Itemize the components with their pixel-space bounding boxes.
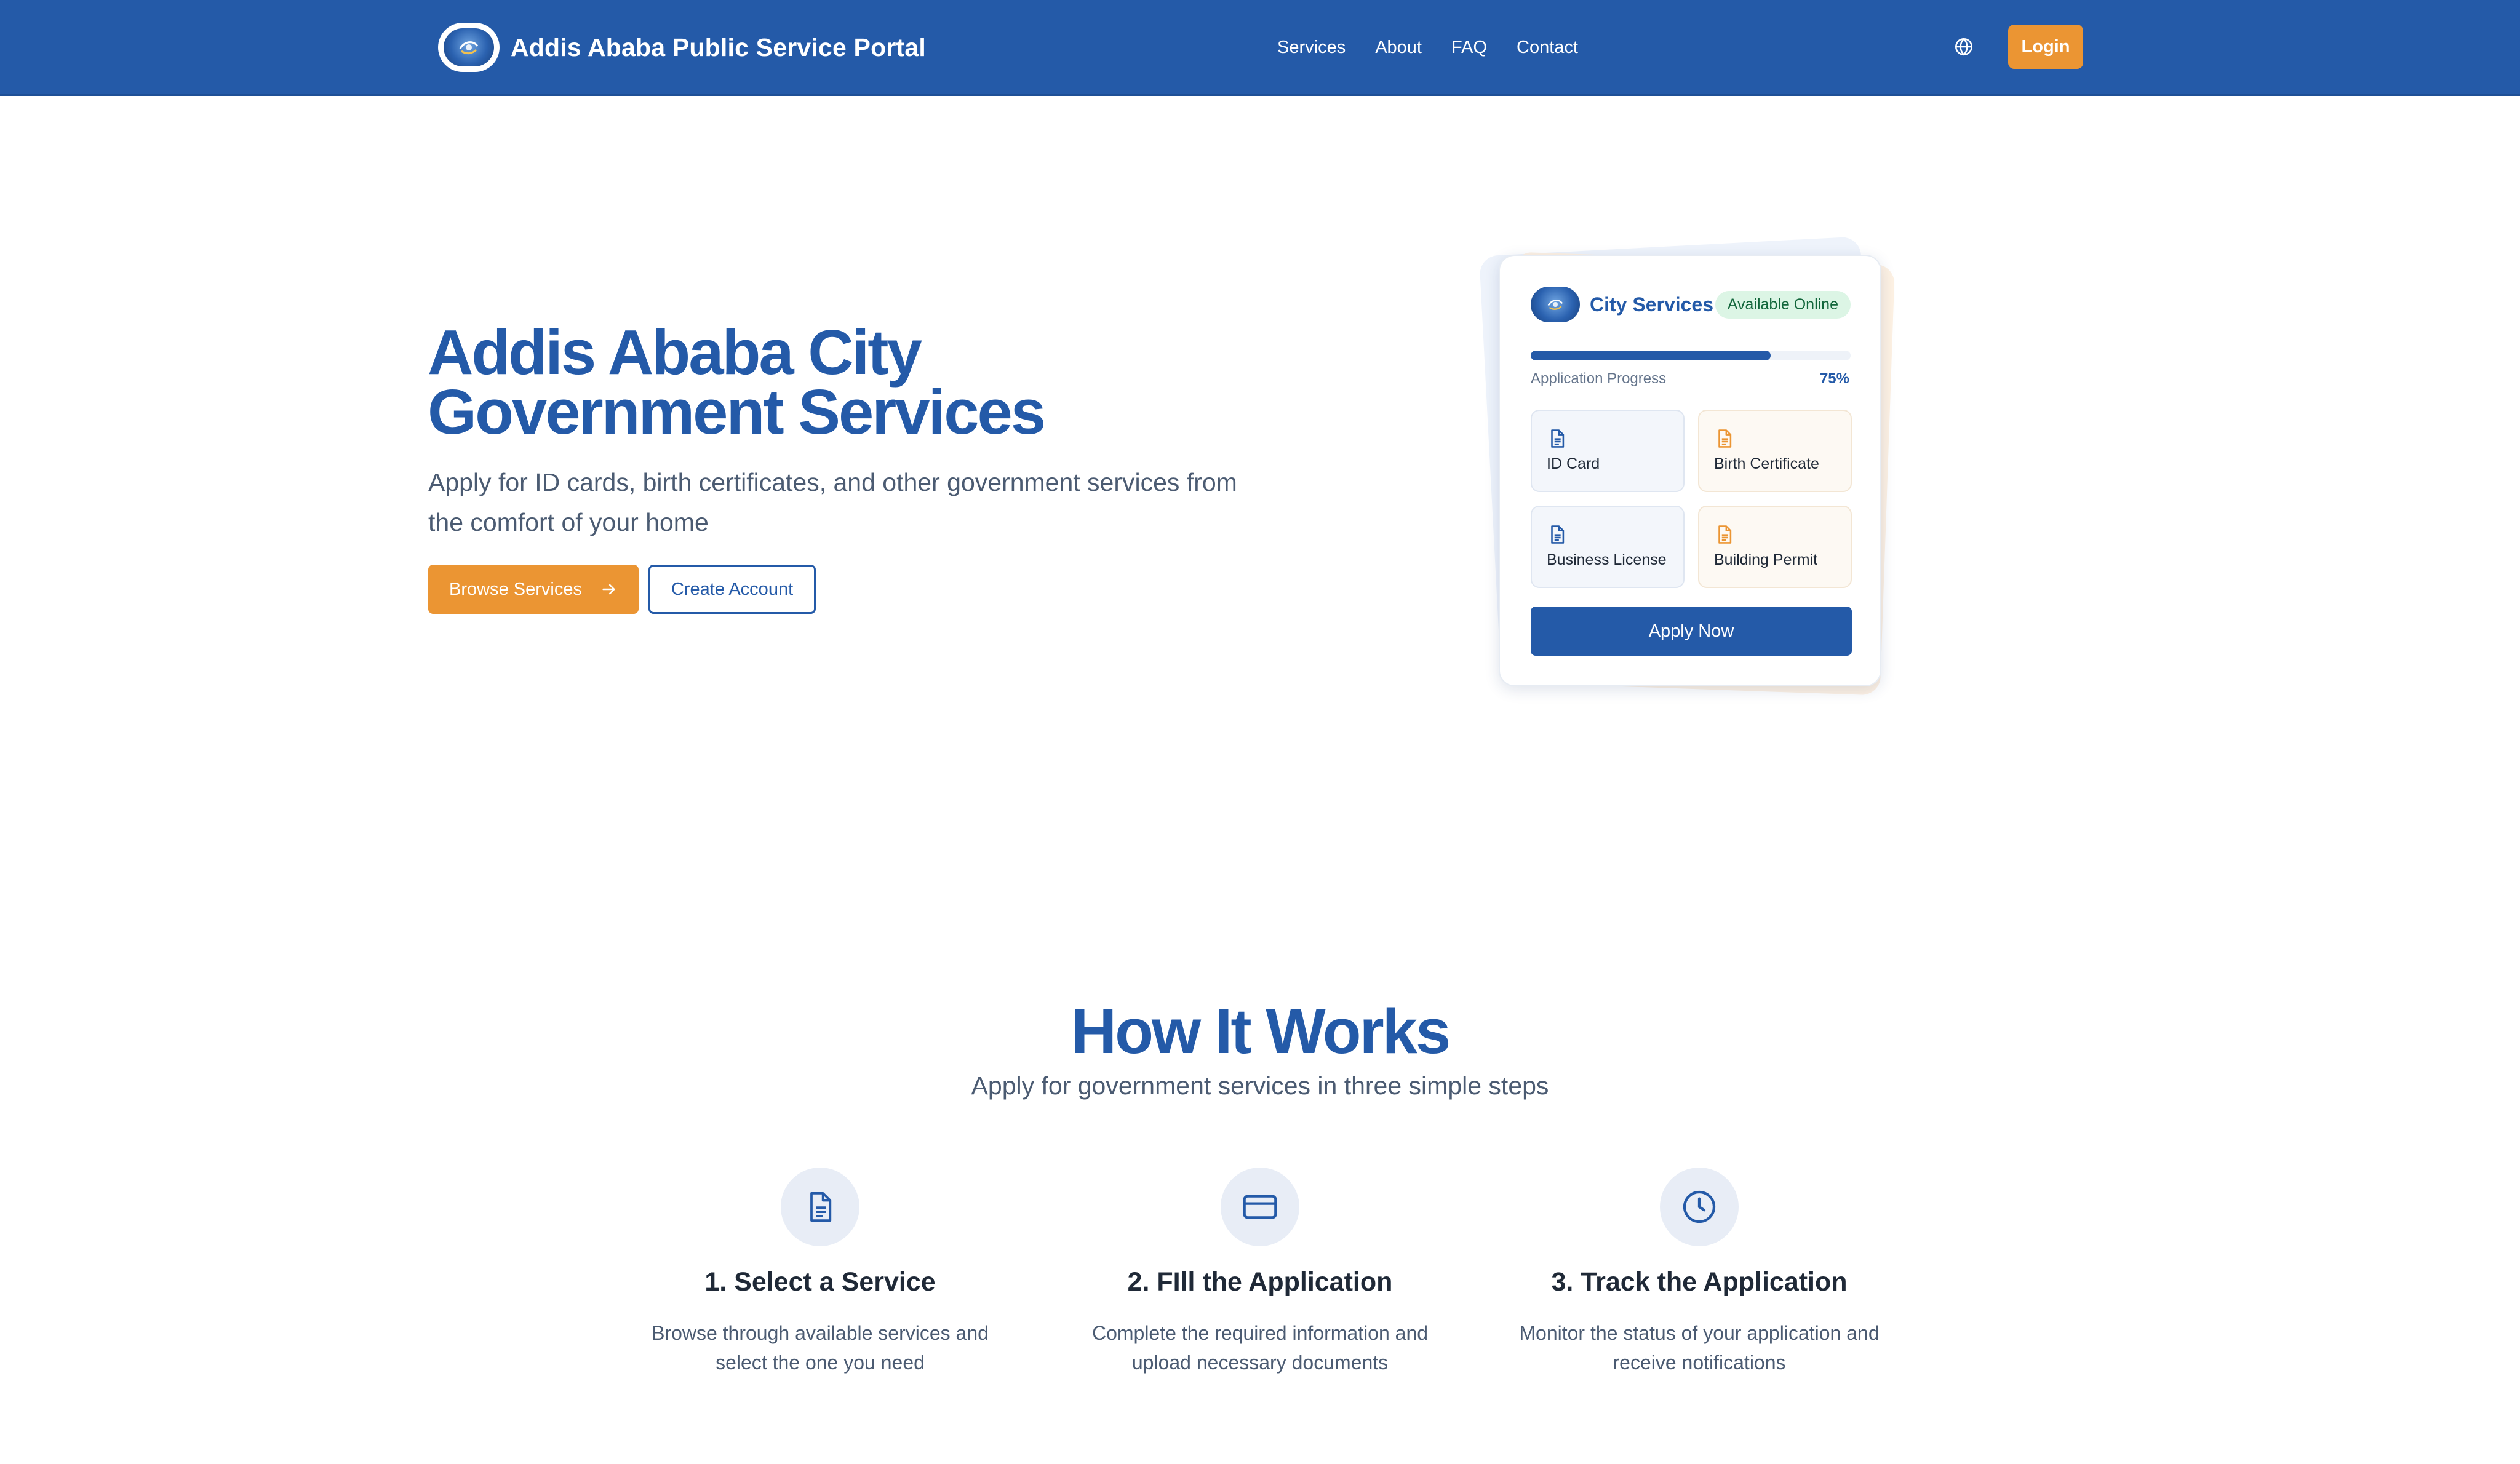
how-it-works-title: How It Works bbox=[1071, 996, 1451, 1067]
document-icon bbox=[1551, 525, 1565, 544]
browse-services-label: Browse Services bbox=[449, 579, 582, 599]
nav-about[interactable]: About bbox=[1375, 38, 1422, 58]
tile-label: ID Card bbox=[1547, 455, 1600, 472]
service-tile-building-permit[interactable]: Building Permit bbox=[1698, 506, 1852, 588]
city-logo-icon bbox=[438, 23, 500, 72]
step-select-service: 1. Select a Service Browse through avail… bbox=[605, 1168, 1035, 1377]
nav-services[interactable]: Services bbox=[1277, 38, 1346, 58]
language-button[interactable] bbox=[1952, 34, 1976, 59]
tile-label: Birth Certificate bbox=[1714, 455, 1819, 472]
step-description: Monitor the status of your application a… bbox=[1519, 1322, 1880, 1374]
service-tile-id-card[interactable]: ID Card bbox=[1531, 410, 1685, 492]
tile-label: Business License bbox=[1547, 551, 1667, 568]
clock-icon bbox=[1683, 1190, 1716, 1223]
step-icon-circle bbox=[1221, 1168, 1299, 1246]
tile-label: Building Permit bbox=[1714, 551, 1818, 568]
step-track-application: 3. Track the Application Monitor the sta… bbox=[1484, 1168, 1915, 1377]
step-fill-application: 2. FIll the Application Complete the req… bbox=[1045, 1168, 1475, 1377]
arrow-right-icon bbox=[602, 584, 615, 595]
step-description: Complete the required information and up… bbox=[1091, 1322, 1429, 1374]
apply-now-button[interactable]: Apply Now bbox=[1531, 607, 1852, 656]
progress-value: 75% bbox=[1819, 370, 1849, 387]
service-tile-business-license[interactable]: Business License bbox=[1531, 506, 1685, 588]
step-title: 3. Track the Application bbox=[1551, 1267, 1848, 1297]
progress-bar bbox=[1531, 351, 1851, 360]
globe-icon bbox=[1955, 38, 1973, 56]
credit-card-icon bbox=[1243, 1195, 1277, 1219]
brand-title: Addis Ababa Public Service Portal bbox=[511, 33, 926, 62]
progress-label: Application Progress bbox=[1531, 370, 1667, 387]
hero-subtitle: Apply for ID cards, birth certificates, … bbox=[428, 468, 1237, 536]
document-icon bbox=[1718, 525, 1732, 544]
document-icon bbox=[1551, 429, 1565, 448]
how-it-works-subtitle: Apply for government services in three s… bbox=[971, 1072, 1549, 1100]
hero-title: Addis Ababa City Government Services bbox=[428, 317, 1046, 447]
city-logo-icon bbox=[1531, 287, 1580, 322]
top-navbar: Addis Ababa Public Service Portal Servic… bbox=[0, 0, 2520, 96]
document-icon bbox=[810, 1191, 832, 1222]
main-nav: Services About FAQ Contact bbox=[1277, 32, 1578, 63]
brand-link[interactable]: Addis Ababa Public Service Portal bbox=[438, 21, 926, 74]
service-tile-birth-certificate[interactable]: Birth Certificate bbox=[1698, 410, 1852, 492]
status-badge: Available Online bbox=[1715, 290, 1851, 319]
browse-services-button[interactable]: Browse Services bbox=[428, 565, 639, 614]
city-services-card: City Services Available Online Applicati… bbox=[1499, 255, 1881, 686]
card-title: City Services bbox=[1590, 293, 1714, 316]
progress-bar-fill bbox=[1531, 351, 1771, 360]
nav-faq[interactable]: FAQ bbox=[1451, 38, 1487, 58]
document-icon bbox=[1718, 429, 1732, 448]
nav-contact[interactable]: Contact bbox=[1517, 38, 1578, 58]
step-title: 2. FIll the Application bbox=[1127, 1267, 1393, 1297]
card-header: City Services Available Online bbox=[1531, 285, 1851, 324]
step-title: 1. Select a Service bbox=[704, 1267, 936, 1297]
create-account-button[interactable]: Create Account bbox=[648, 565, 816, 614]
login-button[interactable]: Login bbox=[2008, 25, 2083, 69]
step-icon-circle bbox=[1660, 1168, 1739, 1246]
step-description: Browse through available services and se… bbox=[652, 1322, 989, 1374]
step-icon-circle bbox=[781, 1168, 859, 1246]
